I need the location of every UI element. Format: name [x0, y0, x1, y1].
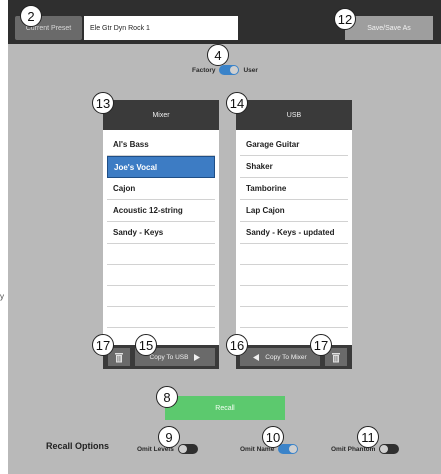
mixer-preset-item[interactable]: Acoustic 12-string: [107, 200, 215, 222]
recall-button[interactable]: Recall: [165, 396, 285, 420]
callout-4: 4: [207, 44, 229, 66]
mixer-preset-item[interactable]: Al's Bass: [107, 134, 215, 156]
callout-11: 11: [357, 426, 379, 448]
usb-preset-item[interactable]: Tamborine: [240, 178, 348, 200]
trash-icon: [332, 352, 340, 362]
omit-phantom-toggle[interactable]: [379, 444, 400, 454]
usb-list-footer: Copy To Mixer: [236, 345, 352, 369]
toggle-knob: [230, 66, 239, 74]
callout-17-right: 17: [310, 334, 332, 356]
mixer-empty-slot[interactable]: [107, 265, 215, 286]
arrow-right-icon: [194, 353, 201, 361]
usb-list-panel: USB Garage Guitar Shaker Tamborine Lap C…: [236, 100, 352, 345]
usb-preset-item[interactable]: Shaker: [240, 156, 348, 178]
usb-preset-item[interactable]: Sandy - Keys - updated: [240, 222, 348, 244]
callout-17-left: 17: [92, 334, 114, 356]
toggle-knob: [289, 445, 298, 453]
callout-10: 10: [262, 426, 284, 448]
user-label: User: [243, 66, 258, 74]
factory-user-toggle[interactable]: [219, 65, 240, 75]
usb-empty-slot[interactable]: [240, 265, 348, 286]
mixer-empty-slot[interactable]: [107, 244, 215, 265]
usb-preset-item[interactable]: Lap Cajon: [240, 200, 348, 222]
usb-empty-slot[interactable]: [240, 286, 348, 307]
mixer-preset-item[interactable]: Cajon: [107, 178, 215, 200]
mixer-preset-item[interactable]: Sandy - Keys: [107, 222, 215, 244]
callout-13: 13: [92, 92, 114, 114]
callout-2: 2: [20, 5, 42, 27]
copy-to-mixer-label: Copy To Mixer: [265, 353, 307, 361]
trash-icon: [115, 352, 123, 362]
callout-9: 9: [158, 426, 180, 448]
copy-to-mixer-button[interactable]: Copy To Mixer: [240, 348, 320, 366]
mixer-empty-slot[interactable]: [107, 286, 215, 307]
save-as-button[interactable]: Save/Save As: [345, 16, 433, 40]
callout-15: 15: [135, 334, 157, 356]
usb-empty-slot[interactable]: [240, 307, 348, 328]
mixer-list-panel: Mixer Al's Bass Joe's Vocal Cajon Acoust…: [103, 100, 219, 345]
usb-empty-slot[interactable]: [240, 244, 348, 265]
toggle-knob: [178, 445, 187, 453]
usb-preset-item[interactable]: Garage Guitar: [240, 134, 348, 156]
callout-14: 14: [226, 92, 248, 114]
callout-16: 16: [226, 334, 248, 356]
omit-levels-toggle[interactable]: [177, 444, 198, 454]
mixer-empty-slot[interactable]: [107, 307, 215, 328]
usb-list-title: USB: [236, 100, 352, 130]
usb-list: Garage Guitar Shaker Tamborine Lap Cajon…: [236, 130, 352, 328]
copy-to-usb-label: Copy To USB: [149, 353, 189, 361]
preset-name-field[interactable]: Ele Gtr Dyn Rock 1: [84, 16, 238, 40]
toggle-knob: [380, 445, 389, 453]
arrow-left-icon: [253, 353, 260, 361]
factory-label: Factory: [192, 66, 216, 74]
mixer-preset-item-selected[interactable]: Joe's Vocal: [107, 156, 215, 178]
recall-options-label: Recall Options: [46, 441, 110, 451]
mixer-list: Al's Bass Joe's Vocal Cajon Acoustic 12-…: [103, 130, 219, 328]
side-mark: y: [0, 292, 4, 301]
library-toggle-row: Factory User: [192, 65, 258, 75]
callout-12: 12: [334, 8, 356, 30]
mixer-list-footer: Copy To USB: [103, 345, 219, 369]
callout-8: 8: [156, 386, 178, 408]
omit-name-toggle[interactable]: [278, 444, 299, 454]
mixer-list-title: Mixer: [103, 100, 219, 130]
